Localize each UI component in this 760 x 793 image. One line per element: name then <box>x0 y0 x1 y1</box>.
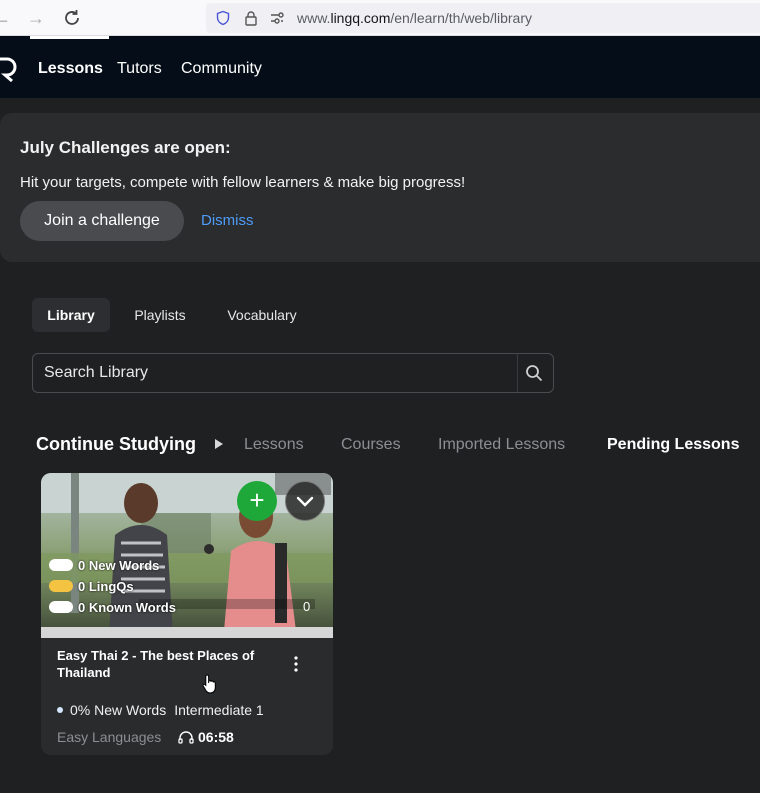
new-words-stat: 0 New Words <box>49 558 159 574</box>
tab-playlists[interactable]: Playlists <box>122 298 198 332</box>
more-options-icon[interactable] <box>291 655 301 673</box>
lesson-level: Intermediate 1 <box>174 702 264 718</box>
section-tab-imported-lessons[interactable]: Imported Lessons <box>438 436 565 454</box>
lock-icon <box>245 11 257 26</box>
lesson-thumbnail[interactable]: + 0 New Words 0 LingQs 0 Known Words 0 <box>41 473 333 638</box>
add-lesson-button[interactable]: + <box>237 481 277 521</box>
new-words-pill-icon <box>49 559 73 571</box>
chevron-down-icon <box>296 496 314 507</box>
lesson-provider[interactable]: Easy Languages <box>57 729 161 745</box>
reload-icon[interactable] <box>60 6 84 30</box>
permissions-icon[interactable] <box>269 10 285 26</box>
active-tab-indicator <box>30 36 109 39</box>
lingqs-pill-icon <box>49 580 73 592</box>
lesson-card[interactable]: + 0 New Words 0 LingQs 0 Known Words 0 E… <box>41 473 333 755</box>
continue-studying-title[interactable]: Continue Studying <box>36 434 196 455</box>
section-tab-pending-lessons[interactable]: Pending Lessons <box>607 436 739 454</box>
new-words-percent: 0% New Words <box>70 702 167 718</box>
lesson-meta: 0% New Words Intermediate 1 <box>57 702 264 718</box>
section-tab-lessons[interactable]: Lessons <box>244 436 304 454</box>
lesson-duration: 06:58 <box>178 729 234 745</box>
dismiss-link[interactable]: Dismiss <box>201 212 254 229</box>
stat-count: 0 <box>303 599 311 614</box>
known-words-pill-icon <box>49 601 73 613</box>
url-text[interactable]: www.lingq.com/en/learn/th/web/library <box>297 10 532 26</box>
address-bar[interactable]: www.lingq.com/en/learn/th/web/library <box>206 3 760 33</box>
expand-button[interactable] <box>285 481 325 521</box>
lingqs-stat: 0 LingQs <box>49 579 134 595</box>
tab-vocabulary[interactable]: Vocabulary <box>214 298 310 332</box>
search-icon[interactable] <box>525 364 543 382</box>
search-divider <box>517 354 518 392</box>
section-tab-courses[interactable]: Courses <box>341 436 401 454</box>
lesson-progress-bar <box>41 627 333 638</box>
hand-cursor-icon <box>202 674 216 694</box>
play-icon <box>215 439 223 449</box>
browser-toolbar: ← → www.lingq.com/en/learn/th/web/librar… <box>0 0 760 36</box>
search-input[interactable] <box>33 354 517 392</box>
top-navigation: Lessons Tutors Community <box>0 36 760 98</box>
tab-library[interactable]: Library <box>32 298 110 332</box>
join-challenge-button[interactable]: Join a challenge <box>20 201 184 241</box>
nav-lessons[interactable]: Lessons <box>38 60 103 78</box>
shield-icon <box>216 10 230 26</box>
headphones-icon <box>178 731 194 744</box>
back-arrow-icon[interactable]: ← <box>0 6 14 30</box>
lesson-title[interactable]: Easy Thai 2 - The best Places of Thailan… <box>57 647 277 681</box>
banner-text: Hit your targets, compete with fellow le… <box>20 174 466 191</box>
forward-arrow-icon[interactable]: → <box>24 6 48 30</box>
nav-community[interactable]: Community <box>181 60 262 78</box>
lingq-logo-icon[interactable] <box>0 56 18 82</box>
known-words-stat: 0 Known Words <box>49 600 176 616</box>
search-box <box>32 353 554 393</box>
challenge-banner: July Challenges are open: Hit your targe… <box>0 113 760 262</box>
nav-tutors[interactable]: Tutors <box>117 60 162 78</box>
banner-title: July Challenges are open: <box>20 138 231 157</box>
new-words-dot-icon <box>57 707 63 713</box>
